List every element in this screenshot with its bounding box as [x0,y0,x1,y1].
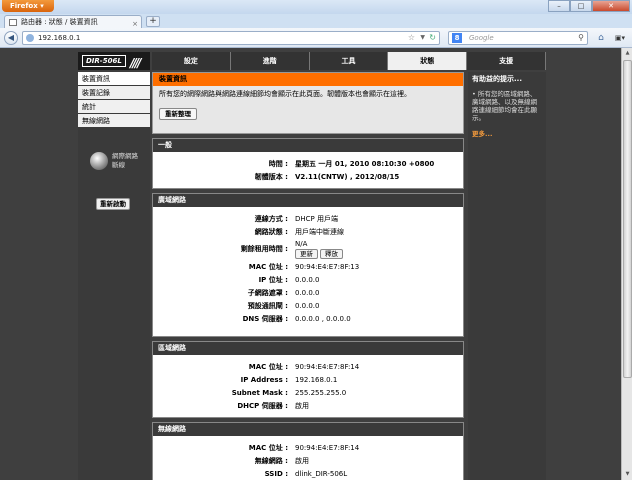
scroll-up-arrow-icon[interactable]: ▲ [623,49,632,58]
router-ui: DIR-506L //// 設定 進階 工具 狀態 支援 裝置資訊 裝置記錄 統… [78,52,546,480]
sidebar-item-statistics[interactable]: 統計 [78,100,150,114]
globe-icon [90,152,108,170]
scroll-thumb[interactable] [623,60,632,378]
help-title: 有助益的提示... [472,75,522,83]
info-row-time: 時間 : 星期五 一月 01, 2010 08:10:30 +0800 [268,160,435,168]
bookmark-star-icon[interactable]: ☆ [408,32,415,44]
navigation-toolbar: ◀ 192.168.0.1 ☆ ▼ ↻ 8 Google ⚲ ⌂ ▣▾ [0,28,632,48]
table-row: IP Address :192.168.0.1 [240,376,338,384]
model-logo: DIR-506L //// [78,52,150,70]
table-row: 連線方式 : DHCP 用戶端 [254,215,338,223]
section-title: 無線網路 [153,423,463,436]
firefox-menu-button[interactable]: Firefox ▾ [2,0,54,12]
refresh-button[interactable]: 重新整理 [159,108,197,120]
renew-button[interactable]: 更新 [295,249,318,259]
section-title: 廣域網路 [153,194,463,207]
home-icon[interactable]: ⌂ [594,31,608,45]
wan-section: 廣域網路 連線方式 : DHCP 用戶端 網路狀態 : 用戶端中斷連線 剩餘租用時間… [152,193,464,337]
table-row: Subnet Mask :255.255.255.0 [231,389,347,397]
help-text: • 所有您的區域網路、廣域網路、以及無線網路連線細節均會在此顯示。 [472,90,537,122]
url-bar[interactable]: 192.168.0.1 ☆ ▼ ↻ [22,31,440,45]
url-text[interactable]: 192.168.0.1 [38,32,80,44]
reload-icon[interactable]: ↻ [429,32,436,44]
sidebar-item-wireless[interactable]: 無線網路 [78,114,150,128]
site-identity-icon[interactable] [26,34,34,42]
internet-status-text: 網際網路 斷線 [112,152,138,169]
table-row: 無線網路 : 啟用 [254,457,309,465]
maximize-button[interactable]: □ [570,0,592,12]
window-titlebar: Firefox ▾ – □ ✕ [0,0,632,14]
page-icon [9,19,17,26]
table-row: 網路狀態 : 用戶端中斷連線 [254,228,344,236]
window-controls: – □ ✕ [548,0,630,12]
tab-status[interactable]: 狀態 [388,52,468,70]
general-section: 一般 時間 : 星期五 一月 01, 2010 08:10:30 +0800 韌… [152,138,464,189]
table-row: IP 位址 :0.0.0.0 [258,276,320,284]
browser-tab[interactable]: 路由器 : 狀態 / 裝置資訊 × [4,15,142,28]
table-row: MAC 位址 :90:94:E4:E7:8F:14 [248,444,360,452]
table-row: MAC 位址 :90:94:E4:E7:8F:14 [248,363,360,371]
reboot-button[interactable]: 重新啟動 [96,198,130,210]
back-button[interactable]: ◀ [4,31,18,45]
bookmarks-menu-icon[interactable]: ▣▾ [612,31,628,45]
info-row-firmware: 韌體版本 : V2.11(CNTW) , 2012/08/15 [254,173,400,181]
internet-status: 網際網路 斷線 [82,150,148,184]
search-bar[interactable]: 8 Google ⚲ [448,31,588,45]
release-button[interactable]: 釋放 [320,249,343,259]
more-link[interactable]: 更多... [468,122,546,144]
tab-setup[interactable]: 設定 [152,52,231,70]
tab-tools[interactable]: 工具 [309,52,389,70]
wireless-section: 無線網路 MAC 位址 :90:94:E4:E7:8F:14 無線網路 : 啟用 … [152,422,464,480]
tab-strip: 路由器 : 狀態 / 裝置資訊 × + [0,14,632,28]
table-row: SSID : dlink_DIR-506L [264,470,348,478]
close-window-button[interactable]: ✕ [592,0,630,12]
sidebar: 裝置資訊 裝置記錄 統計 無線網路 網際網路 斷線 重新啟動 [78,72,150,480]
tab-advanced[interactable]: 進階 [230,52,310,70]
tab-support[interactable]: 支援 [467,52,546,70]
minimize-button[interactable]: – [548,0,570,12]
scroll-down-arrow-icon[interactable]: ▼ [623,470,632,479]
table-row: 子網路遮罩 :0.0.0.0 [247,289,320,297]
table-row: MAC 位址 :90:94:E4:E7:8F:13 [248,263,360,271]
search-placeholder: Google [469,34,494,42]
table-row: 剩餘租用時間 : N/A 更新 釋放 [153,239,463,261]
lan-section: 區域網路 MAC 位址 :90:94:E4:E7:8F:14 IP Addres… [152,341,464,418]
main-content: 裝置資訊 所有您的網際網路與網路連線細節均會顯示在此頁面。韌體版本也會顯示在這裡… [152,72,464,480]
history-dropdown-icon[interactable]: ▼ [420,32,425,44]
logo-stripes: //// [130,56,141,70]
table-row: DNS 伺服器 :0.0.0.0 , 0.0.0.0 [242,315,351,323]
page-description: 所有您的網際網路與網路連線細節均會顯示在此頁面。韌體版本也會顯示在這裡。 [159,90,411,98]
table-row: 預設通訊閘 :0.0.0.0 [247,302,320,310]
top-navigation: 設定 進階 工具 狀態 支援 [152,52,546,70]
device-info-panel: 裝置資訊 所有您的網際網路與網路連線細節均會顯示在此頁面。韌體版本也會顯示在這裡… [152,72,464,134]
web-page: DIR-506L //// 設定 進階 工具 狀態 支援 裝置資訊 裝置記錄 統… [0,48,632,480]
sidebar-item-device-info[interactable]: 裝置資訊 [78,72,150,86]
table-row: DHCP 伺服器 : 啟用 [237,402,309,410]
new-tab-button[interactable]: + [146,16,160,27]
sidebar-item-logs[interactable]: 裝置記錄 [78,86,150,100]
search-icon[interactable]: ⚲ [578,32,584,44]
google-engine-icon[interactable]: 8 [452,33,462,43]
page-title: 裝置資訊 [153,73,463,86]
helpful-hints-panel: 有助益的提示... • 所有您的區域網路、廣域網路、以及無線網路連線細節均會在此… [468,72,546,480]
section-title: 一般 [153,139,463,152]
vertical-scrollbar[interactable]: ▲ ▼ [621,48,632,480]
section-title: 區域網路 [153,342,463,355]
tab-title: 路由器 : 狀態 / 裝置資訊 [21,18,98,26]
